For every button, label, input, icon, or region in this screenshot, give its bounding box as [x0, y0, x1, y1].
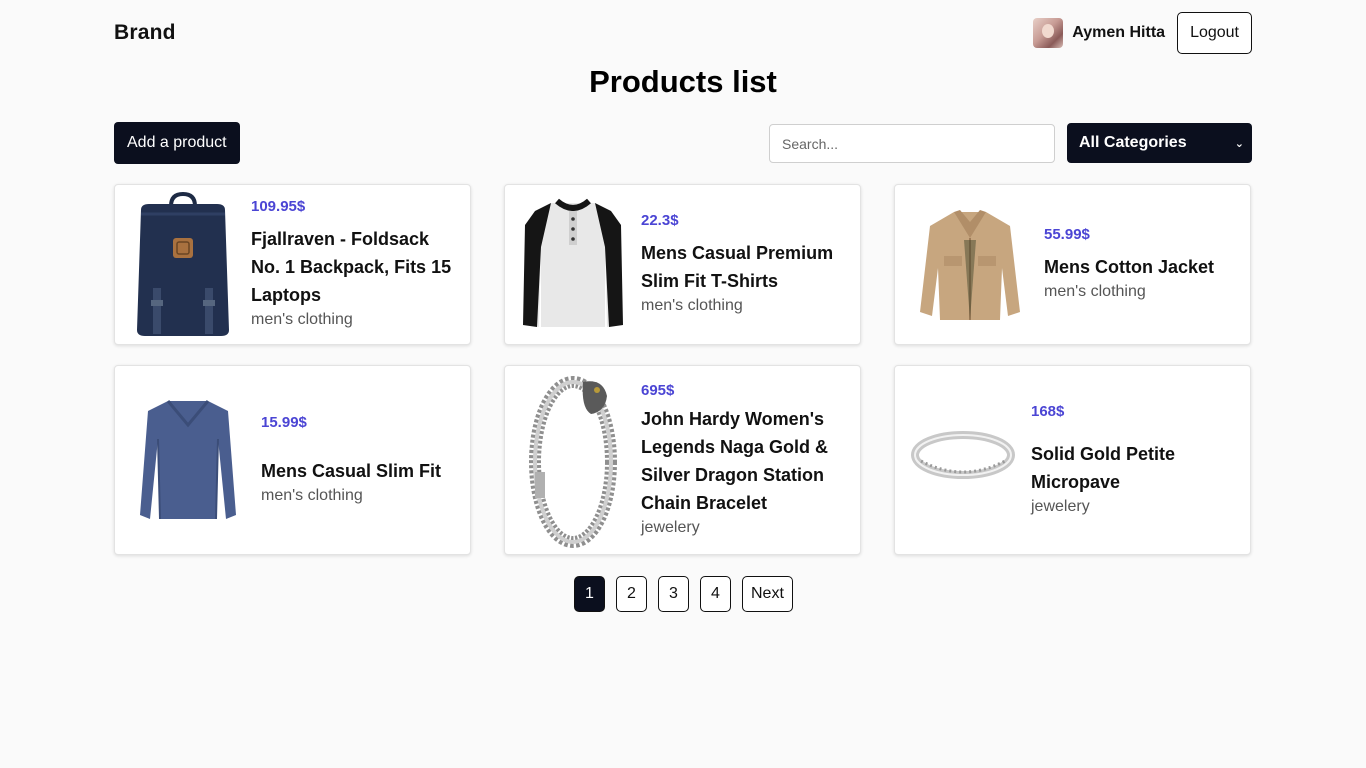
product-price: 695$: [641, 381, 675, 399]
product-card[interactable]: 55.99$ Mens Cotton Jacket men's clothing: [894, 184, 1251, 345]
product-category: men's clothing: [641, 297, 743, 314]
add-product-button[interactable]: Add a product: [114, 122, 240, 164]
next-page-button[interactable]: Next: [742, 576, 793, 612]
ring-image: [895, 365, 1031, 555]
product-category: jewelery: [641, 518, 700, 536]
page-title: Products list: [589, 64, 777, 99]
product-card[interactable]: 15.99$ Mens Casual Slim Fit men's clothi…: [114, 365, 471, 555]
product-info: 55.99$ Mens Cotton Jacket men's clothing: [1044, 226, 1250, 303]
page-button-2[interactable]: 2: [616, 576, 647, 612]
search-input[interactable]: [769, 124, 1055, 163]
product-price: 168$: [1031, 402, 1065, 420]
product-title[interactable]: Mens Casual Premium Slim Fit T-Shirts: [641, 239, 850, 295]
bracelet-image: [505, 365, 641, 555]
chevron-down-icon: ⌄: [1234, 137, 1244, 150]
product-info: 168$ Solid Gold Petite Micropave jeweler…: [1031, 403, 1250, 518]
page-button-1[interactable]: 1: [574, 576, 605, 612]
user-avatar: [1033, 18, 1064, 48]
longsleeve-image: [115, 365, 261, 555]
backpack-image: [115, 184, 251, 345]
top-navbar: Brand Aymen Hitta Logout: [114, 12, 1252, 54]
product-title[interactable]: Fjallraven - Foldsack No. 1 Backpack, Fi…: [251, 225, 460, 309]
tshirt-image: [505, 184, 641, 345]
product-price: 15.99$: [261, 413, 307, 431]
brand-logo[interactable]: Brand: [114, 21, 176, 45]
category-select-value: All Categories: [1079, 134, 1187, 151]
product-title[interactable]: Solid Gold Petite Micropave: [1031, 440, 1240, 496]
product-category: men's clothing: [261, 486, 363, 504]
product-info: 695$ John Hardy Women's Legends Naga Gol…: [641, 382, 860, 539]
product-info: 22.3$ Mens Casual Premium Slim Fit T-Shi…: [641, 212, 860, 317]
page-button-3[interactable]: 3: [658, 576, 689, 612]
product-title[interactable]: John Hardy Women's Legends Naga Gold & S…: [641, 405, 850, 517]
product-info: 15.99$ Mens Casual Slim Fit men's clothi…: [261, 414, 470, 507]
user-name: Aymen Hitta: [1072, 24, 1166, 41]
product-price: 55.99$: [1044, 226, 1090, 243]
user-area: Aymen Hitta Logout: [1033, 12, 1252, 54]
logout-button[interactable]: Logout: [1177, 12, 1252, 54]
product-card[interactable]: 168$ Solid Gold Petite Micropave jeweler…: [894, 365, 1251, 555]
page-button-4[interactable]: 4: [700, 576, 731, 612]
toolbar: Add a product All Categories ⌄: [114, 122, 1252, 164]
category-select[interactable]: All Categories ⌄: [1067, 123, 1252, 163]
product-title[interactable]: Mens Casual Slim Fit: [261, 457, 460, 485]
product-card[interactable]: 22.3$ Mens Casual Premium Slim Fit T-Shi…: [504, 184, 861, 345]
product-card[interactable]: 695$ John Hardy Women's Legends Naga Gol…: [504, 365, 861, 555]
product-price: 22.3$: [641, 212, 679, 229]
product-category: men's clothing: [251, 311, 353, 328]
product-category: jewelery: [1031, 497, 1090, 515]
product-card[interactable]: 109.95$ Fjallraven - Foldsack No. 1 Back…: [114, 184, 471, 345]
product-title[interactable]: Mens Cotton Jacket: [1044, 253, 1240, 281]
product-info: 109.95$ Fjallraven - Foldsack No. 1 Back…: [251, 198, 470, 331]
product-category: men's clothing: [1044, 283, 1146, 300]
jacket-image: [895, 184, 1044, 345]
product-price: 109.95$: [251, 198, 306, 215]
pagination: 1 2 3 4 Next: [574, 576, 793, 612]
